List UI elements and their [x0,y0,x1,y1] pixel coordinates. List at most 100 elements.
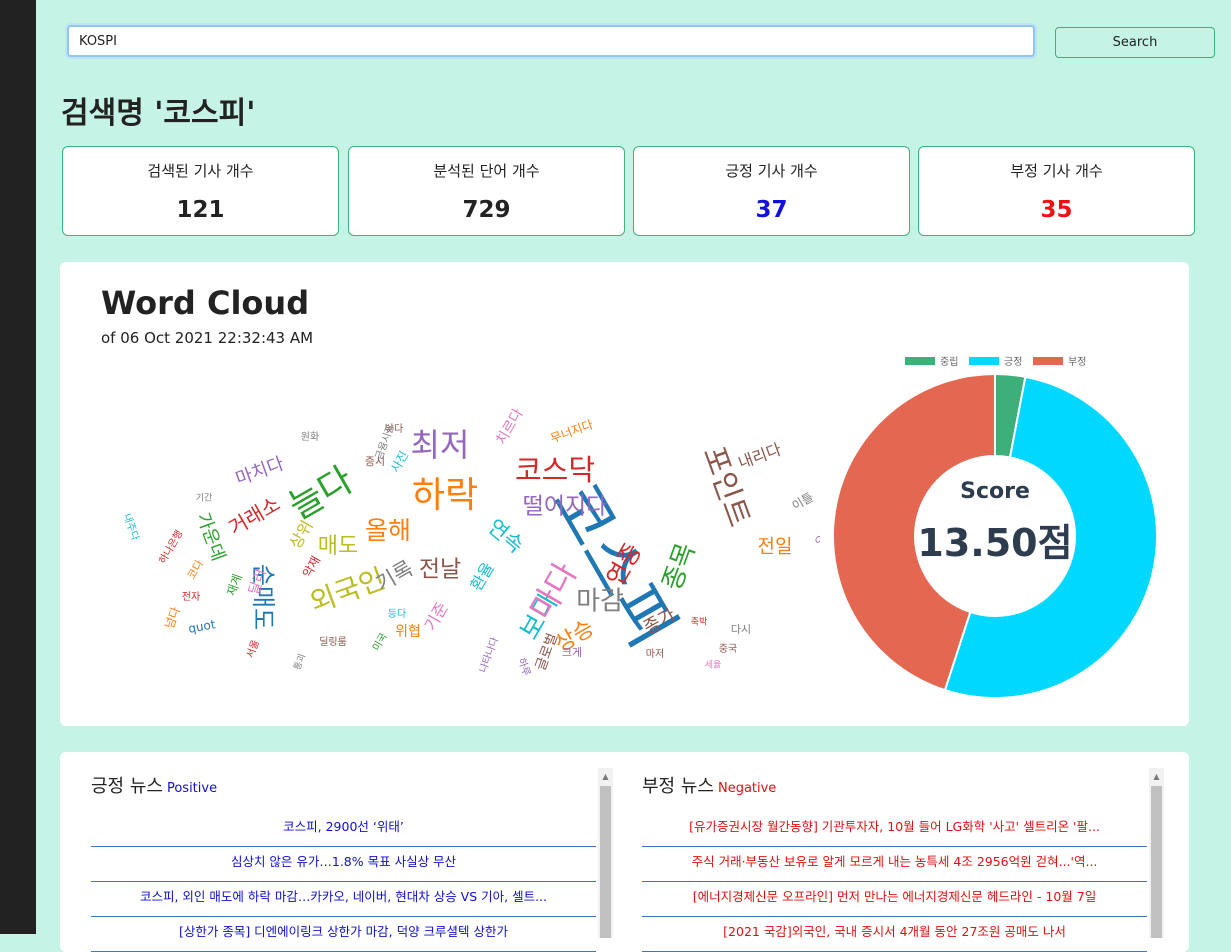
word-cloud-word: 올해 [365,516,411,545]
scroll-up-arrow-icon[interactable]: ▲ [598,768,613,785]
news-item[interactable]: [유가증권시장 월간동향] 기관투자자, 10월 들어 LG화학 '사고' 셀트… [642,812,1147,847]
score-label: Score [960,479,1030,504]
stat-card-positive-articles: 긍정 기사 개수 37 [633,146,910,236]
news-item[interactable]: [에너지경제신문 오프라인] 먼저 만나는 에너지경제신문 헤드라인 - 10월… [642,882,1147,917]
legend-label[interactable]: 긍정 [1004,356,1022,368]
stat-card-analyzed-words: 분석된 단어 개수 729 [348,146,625,236]
word-cloud-word: 마치다 [233,453,287,490]
word-cloud-word: 가운데 [192,510,229,564]
legend-swatch[interactable] [905,357,935,365]
stat-value: 37 [755,197,788,223]
word-cloud-timestamp: of 06 Oct 2021 22:32:43 AM [101,329,314,347]
word-cloud-word: 사진 [388,449,411,475]
negative-news-list: [유가증권시장 월간동향] 기관투자자, 10월 들어 LG화학 '사고' 셀트… [642,812,1147,952]
word-cloud-word: 마저 [646,648,664,660]
word-cloud-word: 코다 [185,558,206,582]
word-cloud-word: 거래소 [224,492,284,540]
word-cloud-word: 종목 [657,539,702,594]
word-cloud-word: 증시 [365,455,385,468]
word-cloud-word: 기준 [421,599,452,634]
word-cloud-word: 최저 [411,426,470,464]
scrollbar-thumb[interactable] [600,786,611,938]
stat-label: 검색된 기사 개수 [147,162,254,180]
word-cloud-word: 크게 [562,646,582,659]
legend-label[interactable]: 중립 [940,355,958,368]
news-item[interactable]: 코스피, 2900선 ‘위태’ [91,812,596,847]
word-cloud-word: 축박 [691,617,708,628]
negative-news-subtitle: Negative [717,781,777,796]
news-item[interactable]: [상한가 종목] 디엔에이링크 상한가 마감, 덕양 크루셜텍 상한가 [91,917,596,952]
positive-news-subtitle: Positive [166,781,218,796]
search-input[interactable] [67,25,1035,57]
word-cloud: 코스피최저하락코스닥늘다 포인트떨어지다올해외국인매도기록 전날연속마감종목연중보다… [121,406,820,678]
word-cloud-word: 등다 [388,608,406,620]
sentiment-donut-chart: 중립 긍정 부정 Score 13.50점 [832,355,1158,699]
stat-label: 긍정 기사 개수 [725,162,818,180]
stat-label: 부정 기사 개수 [1010,162,1103,180]
legend-swatch[interactable] [969,357,999,365]
positive-news-heading: 긍정 뉴스 Positive [91,772,217,798]
left-sidebar [0,0,36,934]
word-cloud-word: 통괴 [292,652,308,671]
word-cloud-word: 늘다 [282,459,360,528]
legend-label[interactable]: 부정 [1068,356,1086,368]
news-item[interactable]: [2021 국감]외국인, 국내 증시서 4개월 동안 27조원 공매도 나서 [642,917,1147,952]
word-cloud-word: 다시 [731,623,751,636]
word-cloud-word: 코스닥 [515,453,595,487]
word-cloud-word: 세율 [705,660,722,671]
score-value: 13.50점 [917,521,1072,565]
stat-label: 분석된 단어 개수 [433,162,540,180]
word-cloud-word: 떨어지다 [523,494,608,520]
word-cloud-word: 하락 [412,475,478,516]
news-item[interactable]: 심상치 않은 유가…1.8% 목표 사실상 무산 [91,847,596,882]
word-cloud-word: 미국 [370,631,390,653]
scroll-up-arrow-icon[interactable]: ▲ [1149,768,1164,785]
stat-card-searched-articles: 검색된 기사 개수 121 [62,146,339,236]
word-cloud-word: 재계 [224,572,245,598]
stat-value: 35 [1040,197,1073,223]
word-cloud-word: 중국 [719,643,737,655]
word-cloud-word: 이틀 [790,490,816,513]
negative-news-title: 부정 뉴스 [642,776,714,797]
legend-swatch[interactable] [1033,357,1063,365]
word-cloud-word: 치르다 [493,406,526,448]
word-cloud-word: 전일 [758,536,793,558]
negative-news-scrollbar[interactable]: ▲ [1149,768,1164,938]
word-cloud-word: 오르다 [812,515,820,548]
word-cloud-word: 하나은행 [156,528,186,566]
word-cloud-word: quot [187,617,217,636]
word-cloud-word: 매도 [318,534,358,559]
word-cloud-word: 나타나다 [477,636,501,675]
word-cloud-word: 서울 [244,638,262,659]
search-button[interactable]: Search [1055,27,1215,58]
word-cloud-word: 하루 [515,656,534,678]
word-cloud-title: Word Cloud [101,284,310,322]
word-cloud-word: 내주다 [121,512,142,542]
positive-news-scrollbar[interactable]: ▲ [598,768,613,938]
word-cloud-word: 마감 [576,587,624,617]
stat-card-negative-articles: 부정 기사 개수 35 [918,146,1195,236]
word-cloud-word: 기간 [196,493,213,504]
positive-news-title: 긍정 뉴스 [91,776,163,797]
positive-news-list: 코스피, 2900선 ‘위태’ 심상치 않은 유가…1.8% 목표 사실상 무산 코… [91,812,596,952]
news-item[interactable]: 코스피, 외인 매도에 하락 마감…카카오, 네이버, 현대차 상승 VS 기아… [91,882,596,917]
word-cloud-word: 연속 [483,515,528,558]
word-cloud-word: 원화 [301,431,319,443]
word-cloud-word: 위협 [395,624,421,640]
news-panel: 긍정 뉴스 Positive 코스피, 2900선 ‘위태’ 심상치 않은 유가…1… [60,752,1189,952]
news-item[interactable]: 주식 거래·부동산 보유로 알게 모르게 내는 농특세 4조 2956억원 걷혀… [642,847,1147,882]
stat-value: 729 [462,197,511,223]
page-title: 검색명 '코스피' [61,96,256,131]
stat-value: 121 [176,197,225,223]
word-cloud-word: 외국인 [306,562,390,619]
word-cloud-word: 딜링룸 [319,636,347,648]
word-cloud-word: 환율 [467,559,498,594]
word-cloud-word: 내리다 [736,439,784,472]
word-cloud-word: 무너지다 [549,417,595,445]
word-cloud-word: 전자 [182,591,200,603]
word-cloud-word: 넘다 [162,605,183,631]
word-cloud-word: 전날 [419,557,461,583]
negative-news-heading: 부정 뉴스 Negative [642,772,776,798]
scrollbar-thumb[interactable] [1151,786,1162,938]
word-cloud-panel: Word Cloud of 06 Oct 2021 22:32:43 AM 코스… [60,262,1189,726]
